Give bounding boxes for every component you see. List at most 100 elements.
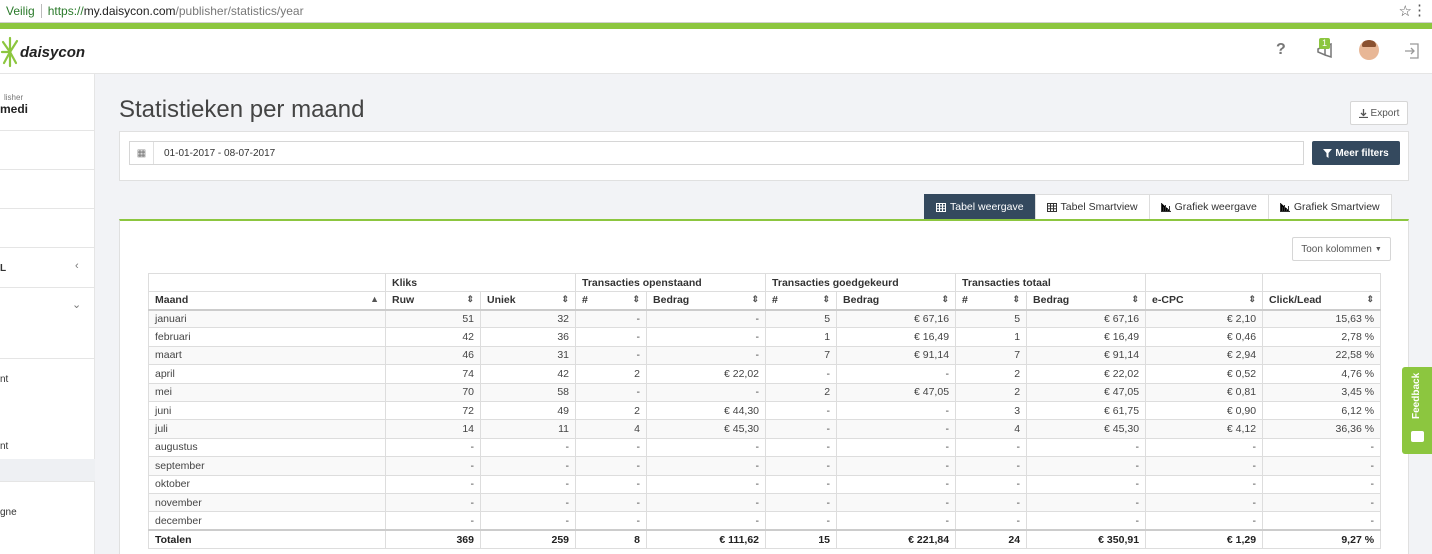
total-cell: € 350,91	[1026, 529, 1147, 550]
value-cell: -	[836, 474, 957, 494]
more-filters-button[interactable]: Meer filters	[1312, 141, 1400, 165]
tab-grafiek-smartview[interactable]: Grafiek Smartview	[1267, 194, 1392, 219]
value-cell: 1	[955, 327, 1028, 347]
show-columns-label: Toon kolommen	[1301, 243, 1372, 255]
month-cell: december	[148, 511, 386, 531]
value-cell: -	[765, 511, 838, 531]
sort-icon[interactable]: ⇕	[561, 294, 569, 305]
browser-menu-icon[interactable]: ⋮	[1412, 1, 1427, 19]
value-cell: 36	[479, 327, 577, 347]
sort-icon[interactable]: ⇕	[1132, 294, 1140, 305]
sort-icon[interactable]: ⇕	[466, 294, 474, 305]
sort-icon[interactable]: ⇕	[1013, 294, 1021, 305]
export-button[interactable]: Export	[1350, 101, 1408, 125]
bar-chart-icon	[1279, 202, 1290, 212]
table-icon	[1046, 202, 1057, 212]
column-header[interactable]: # ⇕	[765, 291, 838, 311]
help-icon[interactable]: ?	[1276, 41, 1286, 59]
month-cell: juli	[148, 419, 386, 439]
value-cell: -	[1262, 474, 1382, 494]
column-header-label: Uniek	[487, 294, 516, 307]
sidebar-item-label[interactable]: nt	[0, 374, 8, 385]
table-row: oktober - - - - - - - - - -	[148, 474, 1382, 494]
feedback-tab[interactable]: Feedback	[1402, 367, 1432, 454]
column-header[interactable]: Bedrag ⇕	[836, 291, 957, 311]
value-cell: -	[1145, 492, 1264, 513]
total-cell: € 221,84	[836, 529, 957, 550]
column-header[interactable]: Uniek ⇕	[479, 291, 577, 311]
calendar-icon[interactable]: ▦	[130, 142, 154, 164]
sidebar-item[interactable]	[0, 131, 95, 170]
tab-label: Grafiek weergave	[1174, 201, 1257, 213]
caret-down-icon: ▼	[1374, 245, 1382, 253]
value-cell: -	[1145, 511, 1264, 531]
show-columns-dropdown[interactable]: Toon kolommen ▼	[1292, 237, 1391, 261]
sidebar-section-label: L	[0, 263, 7, 274]
value-cell: 4	[955, 419, 1028, 439]
value-cell: -	[646, 492, 767, 513]
bookmark-star-icon[interactable]: ☆	[1399, 2, 1412, 20]
chevron-left-icon[interactable]: ‹	[75, 260, 79, 272]
tab-tabel-smartview[interactable]: Tabel Smartview	[1034, 194, 1150, 219]
value-cell: 22,58 %	[1262, 345, 1382, 366]
address-bar[interactable]: Veilig https://my.daisycon.com/publisher…	[0, 0, 1432, 23]
sort-icon[interactable]: ⇕	[751, 294, 759, 305]
sidebar-item-active[interactable]	[0, 459, 95, 481]
column-header-label: Ruw	[392, 294, 415, 307]
sidebar-publisher[interactable]: lisher medi	[0, 74, 95, 131]
user-avatar[interactable]	[1359, 40, 1379, 60]
column-header-maand[interactable]: Maand ▲	[148, 291, 386, 311]
value-cell: € 22,02	[1026, 364, 1147, 384]
daisycon-logo[interactable]: daisycon	[0, 35, 85, 69]
group-totaal: Transacties totaal	[955, 273, 1147, 292]
sidebar-item[interactable]	[0, 170, 95, 209]
tab-tabel-weergave[interactable]: Tabel weergave	[924, 194, 1036, 219]
sort-icon[interactable]: ⇕	[632, 294, 640, 305]
sidebar-item[interactable]	[0, 209, 95, 248]
sidebar-item-label[interactable]: nt	[0, 441, 8, 452]
value-cell: -	[646, 474, 767, 494]
more-filters-label: Meer filters	[1335, 147, 1389, 159]
column-header[interactable]: # ⇕	[575, 291, 648, 311]
column-header[interactable]: Bedrag ⇕	[646, 291, 767, 311]
sidebar-group[interactable]: ⌄	[0, 288, 95, 359]
column-header[interactable]: e-CPC ⇕	[1145, 291, 1264, 311]
sort-icon[interactable]: ⇕	[942, 294, 950, 305]
value-cell: -	[765, 400, 838, 421]
date-range-input[interactable]: ▦ 01-01-2017 - 08-07-2017	[129, 141, 1304, 165]
daisy-logo-icon	[0, 36, 19, 68]
app-header: daisycon ? 1	[0, 29, 1432, 74]
value-cell: 70	[385, 382, 481, 402]
value-cell: -	[385, 474, 481, 494]
address-separator	[40, 4, 42, 18]
sort-icon[interactable]: ⇕	[1367, 294, 1375, 305]
value-cell: € 67,16	[836, 308, 957, 329]
tab-grafiek-weergave[interactable]: Grafiek weergave	[1148, 194, 1269, 219]
download-icon	[1358, 108, 1368, 118]
column-header[interactable]: Bedrag ⇕	[1026, 291, 1147, 311]
bar-chart-icon	[1160, 202, 1171, 212]
value-cell: -	[575, 492, 648, 513]
tab-label: Tabel weergave	[950, 201, 1024, 213]
value-cell: -	[646, 382, 767, 402]
sort-asc-icon[interactable]: ▲	[370, 294, 379, 304]
tab-label: Grafiek Smartview	[1293, 201, 1380, 213]
value-cell: € 44,30	[646, 400, 767, 421]
sort-icon[interactable]: ⇕	[822, 294, 830, 305]
logout-icon[interactable]	[1404, 43, 1420, 59]
sort-icon[interactable]: ⇕	[1249, 294, 1257, 305]
sidebar-section[interactable]: L ‹	[0, 248, 95, 288]
table-row: mei 70 58- -2 € 47,05 2 € 47,05 € 0,81 3,45 %	[148, 382, 1382, 402]
sidebar-item-label[interactable]: gne	[0, 507, 17, 518]
column-header[interactable]: Ruw ⇕	[385, 291, 481, 311]
value-cell: -	[575, 456, 648, 476]
column-header-label: Maand	[155, 294, 189, 307]
value-cell: -	[1026, 511, 1147, 531]
column-header[interactable]: # ⇕	[955, 291, 1028, 311]
chevron-down-icon[interactable]: ⌄	[72, 298, 81, 311]
value-cell: -	[955, 456, 1028, 476]
table-row: juni 72 49 2 € 44,30- -3 € 61,75 € 0,90 6,12 %	[148, 400, 1382, 421]
column-header[interactable]: Click/Lead ⇕	[1262, 291, 1382, 311]
value-cell: -	[575, 437, 648, 458]
total-cell: 259	[479, 529, 577, 550]
